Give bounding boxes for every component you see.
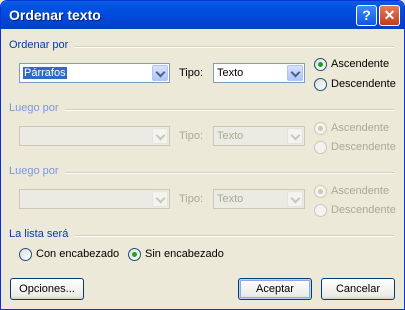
chevron-down-icon[interactable] [152,65,168,81]
with-header-label[interactable]: Con encabezado [36,248,119,260]
then-by-2-type-value: Texto [217,193,244,205]
then-by-2-ascending-label[interactable]: Ascendente [331,185,389,197]
options-button[interactable]: Opciones... [10,278,84,300]
header-list-divider [75,235,394,237]
then-by-2-divider [65,172,394,174]
then-by-1-divider [65,109,394,111]
sort-by-field-select[interactable]: Párrafos [19,63,170,83]
chevron-down-icon[interactable] [287,191,303,207]
sort-by-type-value: Texto [217,67,244,79]
sort-by-group-label: Ordenar por [9,39,69,51]
sort-by-ascending-label[interactable]: Ascendente [331,58,389,70]
sort-by-divider [75,46,394,48]
chevron-down-icon[interactable] [152,191,168,207]
title-bar[interactable]: Ordenar texto ? ✕ [1,1,404,29]
then-by-1-descending-radio[interactable] [314,141,327,154]
cancel-button[interactable]: Cancelar [321,278,395,300]
sort-text-dialog: Ordenar texto ? ✕ Ordenar por Párrafos T… [0,0,405,310]
close-icon[interactable]: ✕ [379,5,400,26]
then-by-2-group-label: Luego por [9,165,59,177]
then-by-1-descending-label[interactable]: Descendente [331,141,396,153]
then-by-1-field-select[interactable] [19,126,170,146]
sort-by-field-value: Párrafos [23,67,67,79]
chevron-down-icon[interactable] [152,128,168,144]
sort-by-descending-label[interactable]: Descendente [331,78,396,90]
sort-by-type-select[interactable]: Texto [213,63,305,83]
then-by-1-type-value: Texto [217,130,244,142]
chevron-down-icon[interactable] [287,65,303,81]
then-by-1-ascending-label[interactable]: Ascendente [331,122,389,134]
then-by-2-descending-radio[interactable] [314,204,327,217]
then-by-2-ascending-radio[interactable] [314,185,327,198]
without-header-label[interactable]: Sin encabezado [145,248,224,260]
window-title: Ordenar texto [9,7,101,23]
sort-by-type-label: Tipo: [179,67,204,79]
then-by-2-field-select[interactable] [19,189,170,209]
ok-button[interactable]: Aceptar [238,278,312,300]
then-by-1-group-label: Luego por [9,102,59,114]
then-by-1-type-label: Tipo: [179,130,204,142]
then-by-2-type-select[interactable]: Texto [213,189,305,209]
sort-by-descending-radio[interactable] [314,78,327,91]
without-header-radio[interactable] [128,248,141,261]
header-list-group-label: La lista será [9,228,69,240]
then-by-1-type-select[interactable]: Texto [213,126,305,146]
sort-by-ascending-radio[interactable] [314,58,327,71]
chevron-down-icon[interactable] [287,128,303,144]
then-by-2-descending-label[interactable]: Descendente [331,204,396,216]
help-icon[interactable]: ? [356,5,377,26]
with-header-radio[interactable] [19,248,32,261]
then-by-1-ascending-radio[interactable] [314,122,327,135]
then-by-2-type-label: Tipo: [179,193,204,205]
